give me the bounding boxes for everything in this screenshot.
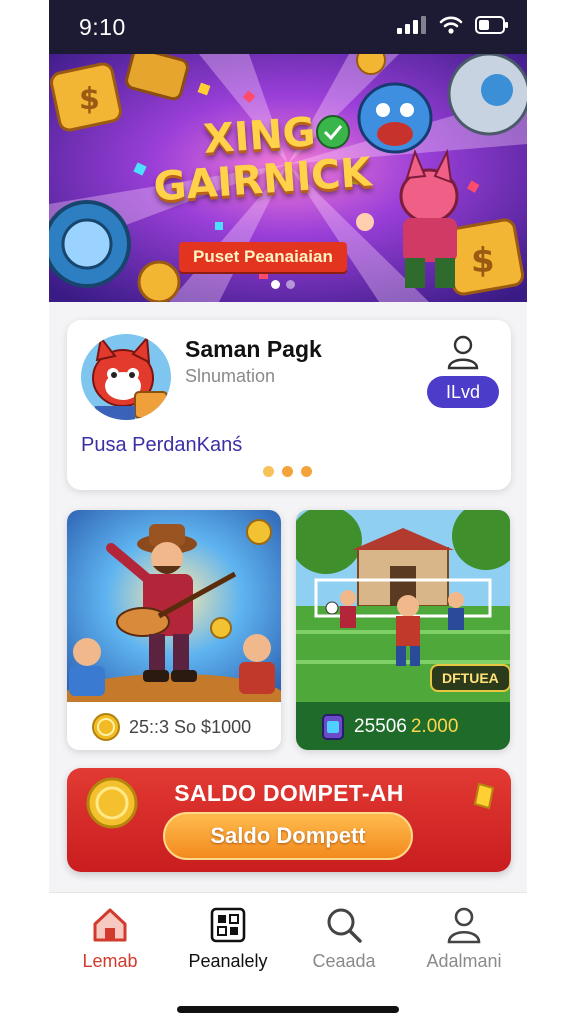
profile-dot[interactable] <box>263 466 274 477</box>
nav-item-search[interactable]: Ceaada <box>289 905 399 971</box>
profile-dot[interactable] <box>301 466 312 477</box>
svg-text:$: $ <box>79 82 100 117</box>
status-icons <box>397 16 509 34</box>
banner-dot-active[interactable] <box>271 280 280 289</box>
game-card-soccer[interactable]: DFTUEA 25506 2.000 <box>296 510 510 750</box>
nav-label-search: Ceaada <box>312 951 376 971</box>
nav-label-account: Adalmani <box>426 951 502 971</box>
profile-card[interactable]: Saman Pagk Slnumation ILvd Pusa PerdanKa… <box>67 320 511 490</box>
nav-item-games[interactable]: Peanalely <box>173 905 283 971</box>
search-icon <box>327 908 362 943</box>
status-time: 9:10 <box>79 14 126 40</box>
banner-ribbon: Puset Peanaiaian <box>179 242 347 272</box>
game-footer: 25::3 So $1000 <box>67 704 281 750</box>
app-screen: 9:10 $ $ XING GAIRNICK Puset Peanaiaian … <box>49 0 527 1024</box>
level-badge[interactable]: ILvd <box>427 376 499 408</box>
wifi-icon <box>439 16 463 34</box>
wallet-title: SALDO DOMPET-AH <box>174 780 404 806</box>
home-icon <box>93 908 127 942</box>
game-bonus: 2.000 <box>410 716 459 737</box>
profile-link[interactable]: Pusa PerdanKanś <box>81 434 242 457</box>
svg-text:$: $ <box>471 241 495 281</box>
banner-dot[interactable] <box>286 280 295 289</box>
profile-subtitle: Slnumation <box>185 366 276 386</box>
user-icon[interactable] <box>445 334 481 370</box>
signal-icon <box>397 16 426 34</box>
nav-item-home[interactable]: Lemab <box>55 905 165 971</box>
profile-dot[interactable] <box>282 466 293 477</box>
nav-item-account[interactable]: Adalmani <box>409 905 519 971</box>
home-indicator[interactable] <box>177 1006 399 1013</box>
battery-icon <box>475 16 508 34</box>
game-card-guitar[interactable]: 25::3 So $1000 <box>67 510 281 750</box>
game-tag[interactable]: DFTUEA <box>430 664 510 692</box>
nav-label-games: Peanalely <box>188 951 268 971</box>
status-bar: 9:10 <box>49 0 527 54</box>
game-prize-text: 25::3 So $1000 <box>129 716 252 737</box>
wallet-panel: SALDO DOMPET-AH Saldo Dompett <box>67 768 511 872</box>
profile-pagination[interactable] <box>263 466 312 477</box>
user-icon <box>447 907 481 944</box>
avatar[interactable] <box>81 334 171 420</box>
coin-icon <box>92 713 120 741</box>
wallet-balance-button[interactable]: Saldo Dompett <box>163 812 413 860</box>
game-footer: 25506 2.000 <box>296 704 510 750</box>
profile-name: Saman Pagk <box>185 336 322 362</box>
banner-title: XING GAIRNICK <box>152 109 373 211</box>
avatar-image <box>81 334 171 420</box>
game-score: 25506 <box>354 716 407 737</box>
grid-icon <box>210 907 246 943</box>
banner-pagination[interactable] <box>271 280 295 289</box>
bottom-nav: Lemab Peanalely Ceaada Adalmani <box>49 892 527 1024</box>
gem-icon <box>322 714 344 740</box>
game-art-guitar <box>67 510 281 702</box>
nav-label-home: Lemab <box>82 951 138 971</box>
promo-banner[interactable]: $ $ XING GAIRNICK Puset Peanaiaian <box>49 54 527 302</box>
